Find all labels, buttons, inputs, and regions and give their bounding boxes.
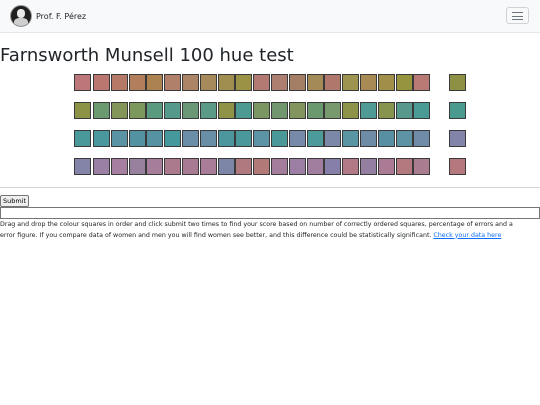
hue-swatch[interactable] — [110, 130, 128, 147]
hue-swatch[interactable] — [146, 130, 164, 147]
hue-swatch[interactable] — [199, 74, 217, 91]
anchor-swatch-end — [449, 74, 466, 91]
hue-swatch[interactable] — [110, 158, 128, 175]
hue-swatch[interactable] — [324, 130, 342, 147]
hue-swatch[interactable] — [342, 158, 360, 175]
instructions-text: Drag and drop the colour squares in orde… — [0, 220, 530, 241]
hue-swatch[interactable] — [235, 102, 253, 119]
anchor-swatch-end — [449, 102, 466, 119]
hue-swatch[interactable] — [271, 158, 288, 175]
hue-swatch[interactable] — [377, 158, 395, 175]
hue-swatch[interactable] — [217, 158, 235, 175]
hue-swatch[interactable] — [235, 158, 253, 175]
hue-swatch[interactable] — [342, 74, 360, 91]
anchor-swatch-end — [449, 158, 466, 175]
hue-swatch[interactable] — [271, 102, 288, 119]
hue-swatch[interactable] — [360, 130, 377, 147]
hue-swatch[interactable] — [182, 130, 199, 147]
hue-swatch[interactable] — [271, 74, 288, 91]
hue-swatch[interactable] — [182, 158, 199, 175]
hue-swatch[interactable] — [377, 130, 395, 147]
hue-swatch[interactable] — [110, 74, 128, 91]
hue-swatch[interactable] — [395, 130, 413, 147]
hue-swatch[interactable] — [93, 102, 110, 119]
hue-swatch[interactable] — [182, 74, 199, 91]
hue-swatch[interactable] — [164, 102, 182, 119]
anchor-swatch-start — [74, 74, 91, 91]
hue-swatch[interactable] — [217, 102, 235, 119]
check-data-link[interactable]: Check your data here — [433, 232, 501, 239]
hue-swatch[interactable] — [164, 158, 182, 175]
hue-swatch[interactable] — [413, 102, 431, 119]
submit-button[interactable]: Submit — [0, 195, 30, 207]
hue-swatch[interactable] — [324, 158, 342, 175]
hue-swatch[interactable] — [324, 74, 342, 91]
hue-swatch[interactable] — [288, 130, 306, 147]
hue-swatch[interactable] — [235, 130, 253, 147]
hue-swatch[interactable] — [199, 130, 217, 147]
hue-swatch[interactable] — [413, 158, 431, 175]
hue-swatch[interactable] — [413, 74, 431, 91]
hue-swatch[interactable] — [128, 102, 146, 119]
hue-swatch[interactable] — [395, 102, 413, 119]
hue-swatch[interactable] — [360, 158, 377, 175]
hue-swatch[interactable] — [324, 102, 342, 119]
hue-swatch[interactable] — [306, 130, 324, 147]
hue-swatch[interactable] — [360, 102, 377, 119]
hue-swatch[interactable] — [164, 74, 182, 91]
anchor-swatch-start — [74, 158, 91, 175]
hue-swatch[interactable] — [182, 102, 199, 119]
hue-swatch[interactable] — [146, 74, 164, 91]
hue-swatch[interactable] — [128, 74, 146, 91]
hue-swatch[interactable] — [128, 158, 146, 175]
hue-swatch[interactable] — [306, 102, 324, 119]
hue-swatch[interactable] — [217, 130, 235, 147]
hue-swatch[interactable] — [377, 102, 395, 119]
hue-swatch[interactable] — [217, 74, 235, 91]
hue-swatch[interactable] — [413, 130, 431, 147]
hue-swatch[interactable] — [360, 74, 377, 91]
hue-swatch[interactable] — [235, 74, 253, 91]
hue-swatch[interactable] — [164, 130, 182, 147]
anchor-swatch-start — [74, 130, 91, 147]
hue-swatch[interactable] — [271, 130, 288, 147]
divider — [0, 187, 540, 188]
hue-swatch[interactable] — [199, 158, 217, 175]
hue-swatch[interactable] — [395, 158, 413, 175]
hue-swatch[interactable] — [110, 102, 128, 119]
anchor-swatch-start — [74, 102, 91, 119]
hue-swatch[interactable] — [395, 74, 413, 91]
hue-swatch[interactable] — [253, 102, 271, 119]
hue-swatch[interactable] — [146, 102, 164, 119]
hue-swatch[interactable] — [128, 130, 146, 147]
hue-swatch[interactable] — [199, 102, 217, 119]
result-field[interactable] — [0, 207, 540, 219]
hue-swatch[interactable] — [288, 158, 306, 175]
hue-swatch[interactable] — [306, 158, 324, 175]
hue-swatch[interactable] — [253, 130, 271, 147]
hue-swatch[interactable] — [253, 158, 271, 175]
hue-swatch[interactable] — [253, 74, 271, 91]
hue-swatch[interactable] — [377, 74, 395, 91]
hue-swatch[interactable] — [288, 102, 306, 119]
anchor-swatch-end — [449, 130, 466, 147]
hue-swatch[interactable] — [93, 74, 110, 91]
hue-swatch[interactable] — [342, 102, 360, 119]
hue-swatch[interactable] — [306, 74, 324, 91]
hue-swatch[interactable] — [93, 130, 110, 147]
hue-test-board — [0, 0, 540, 180]
hue-swatch[interactable] — [146, 158, 164, 175]
hue-swatch[interactable] — [342, 130, 360, 147]
hue-swatch[interactable] — [288, 74, 306, 91]
hue-swatch[interactable] — [93, 158, 110, 175]
